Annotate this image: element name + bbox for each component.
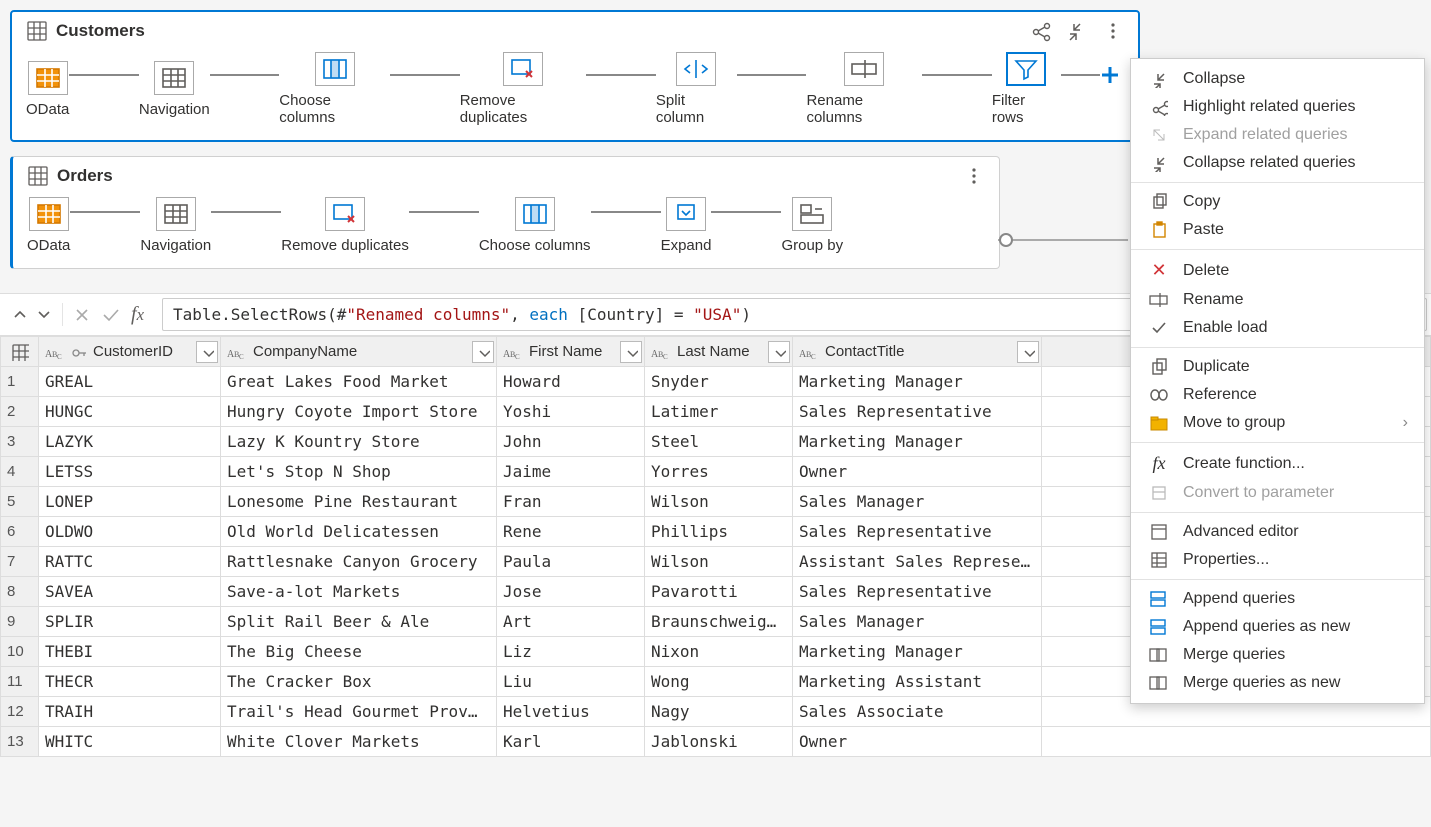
step-choose-columns[interactable]: Choose columns [279,52,390,126]
menu-copy[interactable]: Copy [1131,188,1424,216]
query-title: Customers [56,21,145,41]
column-header-last-name[interactable]: Last Name [645,337,793,367]
table-row[interactable]: 13WHITCWhite Clover MarketsKarlJablonski… [1,727,1431,757]
column-header-companyname[interactable]: CompanyName [221,337,497,367]
more-options-icon[interactable] [1102,20,1124,42]
menu-append-queries-new[interactable]: Append queries as new [1131,613,1424,641]
context-menu: Collapse Highlight related queries Expan… [1130,58,1425,704]
query-title: Orders [57,166,113,186]
commit-formula-icon[interactable] [101,306,121,324]
menu-collapse[interactable]: Collapse [1131,65,1424,93]
step-expand[interactable]: Expand [661,197,712,254]
query-card-orders[interactable]: Orders OData Navigation Remove duplicates C… [10,156,1000,269]
column-filter-button[interactable] [196,341,218,363]
step-split-column[interactable]: Split column [656,52,737,126]
more-options-icon[interactable] [963,165,985,187]
menu-enable-load[interactable]: Enable load [1131,314,1424,342]
menu-duplicate[interactable]: Duplicate [1131,353,1424,381]
step-forward-button[interactable] [34,306,52,324]
column-header-first-name[interactable]: First Name [497,337,645,367]
menu-convert-parameter: Convert to parameter [1131,479,1424,507]
column-filter-button[interactable] [1017,341,1039,363]
menu-reference[interactable]: Reference [1131,381,1424,409]
highlight-related-icon[interactable] [1030,20,1052,42]
step-choose-columns[interactable]: Choose columns [479,197,591,254]
connector-node [998,230,1138,250]
query-card-customers[interactable]: Customers OData Navigation Choose columns R… [10,10,1140,142]
menu-create-function[interactable]: fxCreate function... [1131,448,1424,479]
column-filter-button[interactable] [472,341,494,363]
collapse-query-icon[interactable] [1066,20,1088,42]
column-header-contacttitle[interactable]: ContactTitle [793,337,1042,367]
step-back-button[interactable] [10,306,28,324]
menu-merge-queries[interactable]: Merge queries [1131,641,1424,669]
cancel-formula-icon[interactable] [73,306,91,324]
menu-merge-queries-new[interactable]: Merge queries as new [1131,669,1424,697]
table-icon [26,20,48,42]
step-filter-rows[interactable]: Filter rows [992,52,1061,126]
menu-advanced-editor[interactable]: Advanced editor [1131,518,1424,546]
column-header-customerid[interactable]: CustomerID [39,337,221,367]
menu-properties[interactable]: Properties... [1131,546,1424,574]
menu-delete[interactable]: ✕Delete [1131,255,1424,286]
menu-move-to-group[interactable]: Move to group› [1131,409,1424,437]
menu-rename[interactable]: Rename [1131,286,1424,314]
menu-collapse-related[interactable]: Collapse related queries [1131,149,1424,177]
step-navigation[interactable]: Navigation [140,197,211,254]
step-rename-columns[interactable]: Rename columns [806,52,922,126]
menu-paste[interactable]: Paste [1131,216,1424,244]
step-odata[interactable]: OData [27,197,70,254]
menu-expand-related: Expand related queries [1131,121,1424,149]
row-index-header[interactable] [1,337,39,367]
column-filter-button[interactable] [768,341,790,363]
column-filter-button[interactable] [620,341,642,363]
add-step-button[interactable] [1096,61,1124,89]
step-navigation[interactable]: Navigation [139,61,210,118]
fx-icon[interactable]: fx [131,303,144,326]
step-remove-duplicates[interactable]: Remove duplicates [281,197,409,254]
table-icon [27,165,49,187]
step-group-by[interactable]: Group by [781,197,843,254]
menu-highlight-related[interactable]: Highlight related queries [1131,93,1424,121]
step-odata[interactable]: OData [26,61,69,118]
step-remove-duplicates[interactable]: Remove duplicates [460,52,587,126]
menu-append-queries[interactable]: Append queries [1131,585,1424,613]
